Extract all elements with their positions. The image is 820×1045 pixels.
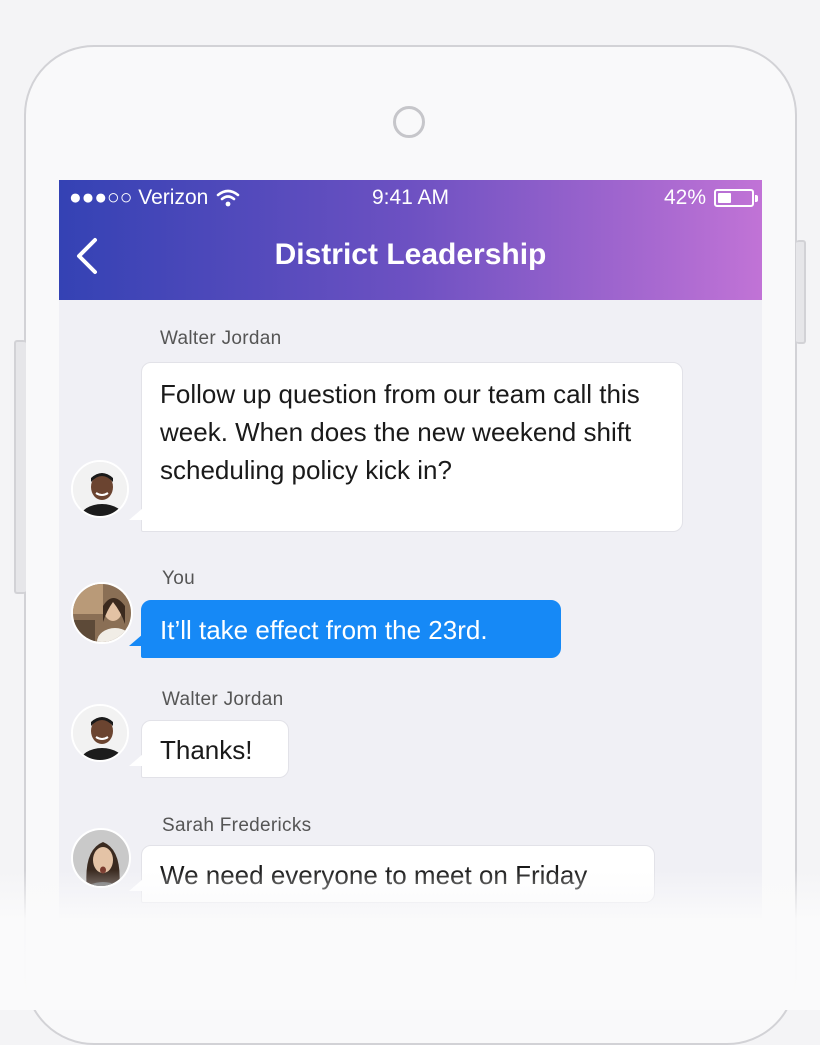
person-avatar-icon [73, 584, 131, 642]
sender-name: Sarah Fredericks [162, 815, 312, 836]
battery-fill [718, 193, 731, 203]
avatar-you[interactable] [71, 582, 133, 644]
status-time: 9:41 AM [371, 186, 450, 209]
phone-side-button-right [796, 240, 806, 344]
bubble-tail [129, 754, 143, 766]
person-avatar-icon [73, 706, 127, 760]
front-camera-icon [393, 106, 425, 138]
battery-percent: 42% [663, 186, 706, 209]
chat-title: District Leadership [274, 238, 547, 271]
status-bar: ●●●○○ Verizon 9:41 AM 42% [59, 180, 762, 216]
battery-icon [714, 189, 758, 207]
bubble-tail [129, 634, 143, 646]
sender-name: Walter Jordan [160, 328, 282, 349]
message-bubble[interactable]: Thanks! [141, 720, 289, 778]
battery-tip [755, 195, 758, 202]
chat-header: ●●●○○ Verizon 9:41 AM 42% District Leade… [59, 180, 762, 300]
phone-side-button-left [14, 340, 26, 594]
sender-name: Walter Jordan [162, 689, 284, 710]
person-avatar-icon [73, 462, 127, 516]
battery-group: 42% [663, 186, 758, 210]
bottom-fade-overlay [0, 870, 820, 1010]
avatar-walter-jordan[interactable] [71, 704, 129, 762]
phone-screen: ●●●○○ Verizon 9:41 AM 42% District Leade… [59, 180, 762, 940]
sender-name: You [162, 568, 195, 589]
message-bubble[interactable]: Follow up question from our team call th… [141, 362, 683, 532]
message-bubble[interactable]: It’ll take effect from the 23rd. [141, 600, 561, 658]
avatar-walter-jordan[interactable] [71, 460, 129, 518]
bubble-tail [129, 508, 143, 520]
